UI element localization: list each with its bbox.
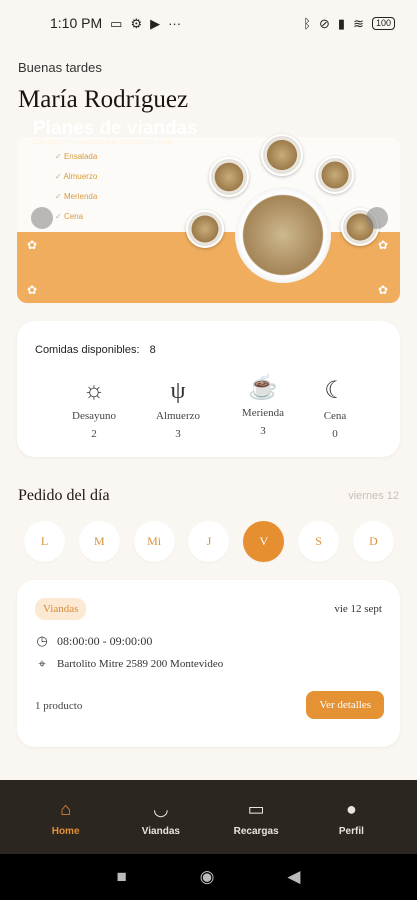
available-meals-card: Comidas disponibles: 8 ☼ Desayuno 2 ψ Alm…: [17, 321, 400, 457]
home-icon: ⌂: [60, 798, 72, 819]
meal-count: 3: [260, 425, 266, 437]
meal-breakfast: ☼ Desayuno 2: [54, 376, 134, 440]
food-plate-image: [316, 156, 354, 194]
meal-name: Merienda: [241, 407, 285, 419]
meal-lunch: ψ Almuerzo 3: [138, 376, 218, 440]
recents-icon[interactable]: ■: [116, 867, 126, 887]
food-plate-image: [261, 134, 303, 176]
meal-name: Cena: [323, 410, 347, 422]
meal-count: 0: [332, 428, 338, 440]
banner-subtitle: Con opciones variadas que se adaptan a v…: [33, 139, 174, 146]
meal-name: Almuerzo: [156, 410, 200, 422]
bluetooth-icon: ᛒ: [303, 15, 311, 31]
day-button[interactable]: L: [24, 521, 65, 562]
order-time-row: ◷ 08:00:00 - 09:00:00: [35, 633, 152, 649]
day-button[interactable]: M: [78, 521, 120, 562]
leaf-deco-icon: ✿: [378, 238, 389, 252]
order-type-badge: Viandas: [35, 598, 87, 620]
meals-header: Comidas disponibles: 8: [35, 344, 156, 356]
banner-list-item: Ensalada: [55, 147, 97, 167]
order-section-date: viernes 12: [348, 490, 399, 502]
back-icon[interactable]: ◀: [287, 867, 300, 887]
location-pin-icon: ⌖: [38, 656, 46, 671]
nav-label: Perfil: [338, 825, 364, 837]
food-plate-image: [186, 210, 224, 248]
banner-list-item: Cena: [55, 207, 97, 227]
leaf-deco-icon: ✿: [27, 238, 38, 252]
main-food-plate-image: [235, 187, 331, 283]
order-time: 08:00:00 - 09:00:00: [57, 633, 153, 648]
banner-checklist: Ensalada Almuerzo Merienda Cena: [55, 147, 97, 227]
leaf-deco-icon: ✿: [27, 283, 38, 297]
nav-viandas[interactable]: ◡ Viandas: [126, 798, 196, 837]
card-icon: ▭: [247, 798, 265, 819]
battery-indicator: 100: [371, 16, 395, 30]
sun-icon: ☼: [83, 378, 105, 404]
vibrate-icon: ⊘: [319, 15, 330, 31]
carousel-prev-button[interactable]: [31, 207, 53, 229]
home-circle-icon[interactable]: ◉: [200, 867, 215, 887]
banner-list-item: Almuerzo: [55, 167, 97, 187]
food-plate-image: [209, 157, 249, 197]
order-product-count: 1 producto: [35, 700, 83, 712]
cup-icon: ☕: [248, 375, 278, 401]
bottom-nav: ⌂ Home ◡ Viandas ▭ Recargas ● Perfil: [0, 780, 417, 854]
clock-icon: ◷: [36, 633, 48, 648]
user-name: María Rodríguez: [18, 86, 189, 113]
day-button[interactable]: S: [298, 521, 340, 562]
wifi-icon: ≋: [353, 15, 364, 31]
day-selector: L M Mi J V S D: [24, 521, 394, 562]
meal-count: 2: [91, 428, 97, 440]
meal-count: 3: [175, 428, 181, 440]
nav-label: Recargas: [233, 825, 279, 837]
youtube-icon: ▶: [150, 15, 161, 31]
leaf-deco-icon: ✿: [378, 283, 389, 297]
more-icon: ···: [168, 15, 182, 31]
meals-total: 8: [149, 344, 156, 356]
day-button[interactable]: D: [352, 521, 394, 562]
order-section-title: Pedido del día: [18, 487, 110, 504]
order-date: vie 12 sept: [334, 603, 382, 615]
cutlery-icon: ψ: [170, 378, 186, 404]
banner-list-item: Merienda: [55, 187, 97, 207]
screen-icon: ▭: [110, 15, 123, 31]
day-button[interactable]: J: [188, 521, 230, 562]
day-button-selected[interactable]: V: [243, 521, 285, 562]
bowl-icon: ◡: [153, 798, 169, 819]
meal-name: Desayuno: [72, 410, 116, 422]
greeting: Buenas tardes: [18, 60, 102, 75]
carousel-next-button[interactable]: [366, 207, 388, 229]
banner-title: Planes de viandas: [33, 118, 198, 139]
nav-home[interactable]: ⌂ Home: [31, 798, 101, 837]
moon-icon: ☾: [324, 378, 346, 404]
nav-perfil[interactable]: ● Perfil: [316, 798, 386, 837]
order-address-row: ⌖ Bartolito Mitre 2589 200 Montevideo: [35, 656, 223, 672]
system-nav-bar: ■ ◉ ◀: [0, 854, 417, 900]
gear-icon: ⚙: [130, 15, 143, 31]
nav-label: Viandas: [141, 825, 180, 837]
meals-header-label: Comidas disponibles:: [35, 344, 140, 356]
signal-icon: ▮: [337, 15, 346, 31]
meal-dinner: ☾ Cena 0: [295, 376, 375, 440]
view-details-button[interactable]: Ver detalles: [306, 691, 384, 719]
order-card: Viandas vie 12 sept ◷ 08:00:00 - 09:00:0…: [17, 580, 400, 747]
user-icon: ●: [345, 798, 357, 819]
status-time: 1:10 PM: [50, 15, 103, 31]
order-address: Bartolito Mitre 2589 200 Montevideo: [57, 658, 224, 670]
nav-label: Home: [51, 825, 80, 837]
status-bar: 1:10 PM ▭ ⚙ ▶ ··· ᛒ ⊘ ▮ ≋ 100: [0, 0, 417, 46]
meal-snack: ☕ Merienda 3: [223, 373, 303, 437]
nav-recargas[interactable]: ▭ Recargas: [221, 798, 291, 837]
day-button[interactable]: Mi: [133, 521, 175, 562]
